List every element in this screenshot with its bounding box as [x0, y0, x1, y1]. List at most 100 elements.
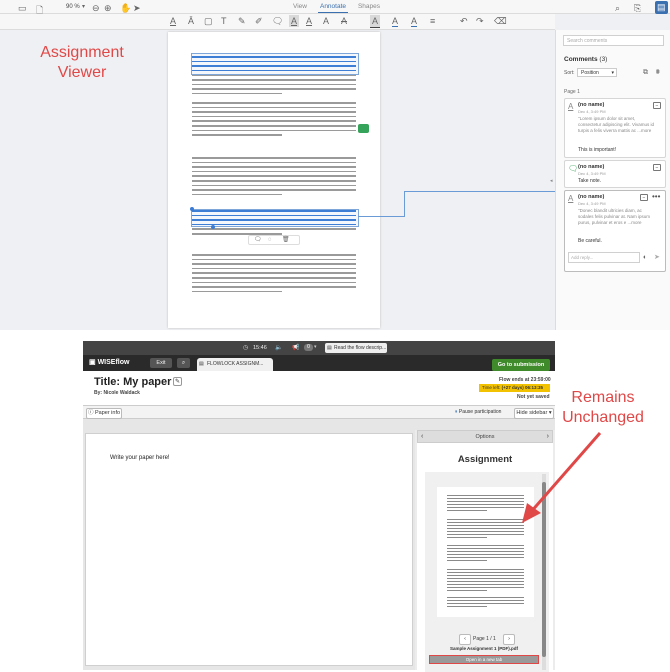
send-icon[interactable]: ➤ [654, 254, 660, 261]
sort-select-value: Position [581, 70, 599, 76]
document-text-line [192, 290, 282, 293]
tab-shapes[interactable]: Shapes [354, 2, 384, 12]
reply-input[interactable]: Add reply... [568, 252, 640, 263]
time-left-label: Time left: [482, 385, 502, 390]
pencil-icon[interactable]: ✎ [238, 16, 246, 27]
chevron-down-icon[interactable]: ▾ [314, 344, 317, 350]
edit-title-icon[interactable]: ✎ [173, 377, 182, 386]
paper-editor[interactable]: Write your paper here! [85, 433, 413, 666]
rectangle-icon[interactable]: ▢ [204, 16, 213, 27]
text-tool-icon[interactable]: T [221, 16, 227, 26]
tab-view[interactable]: View [285, 2, 315, 12]
comment-icon[interactable]: 🗨 [254, 237, 262, 243]
comments-title: Comments (3) [564, 56, 607, 63]
text-highlight-annotation[interactable] [191, 53, 359, 75]
undo-icon[interactable]: ↶ [460, 16, 468, 27]
more-options-icon[interactable]: ••• [652, 192, 660, 201]
open-in-new-tab-button[interactable]: Open in a new tab [429, 655, 539, 664]
document-icon: ▤ [327, 345, 332, 351]
eraser-icon[interactable]: ⌫ [494, 16, 507, 27]
thumbnail-text-line [447, 606, 487, 607]
marker-icon[interactable]: ✐ [255, 16, 263, 27]
prev-page-button[interactable]: ‹ [459, 634, 471, 645]
squiggly-text-icon[interactable]: A [323, 16, 329, 26]
comment-card[interactable]: 🗨 (no name) Dec 4, 3:49 PM Take note. − [564, 160, 666, 188]
strike-text-icon[interactable]: A [341, 16, 347, 26]
comment-card[interactable]: A (no name) Dec 4, 3:49 PM "Lorem ipsum … [564, 98, 666, 158]
thumbnail-text-line [447, 569, 524, 570]
strikeout-text-icon[interactable]: A [306, 16, 312, 26]
file-name: Sample Assignment 1 (PDF).pdf [449, 646, 519, 651]
document-text-line [192, 277, 356, 279]
text-highlight-icon[interactable]: A [170, 16, 176, 26]
comments-count: (3) [599, 56, 608, 63]
comment-author: (no name) [578, 194, 605, 200]
search-icon[interactable]: ⌕ [615, 3, 620, 14]
comment-author: (no name) [578, 102, 605, 108]
font-color-icon[interactable]: A [411, 16, 418, 27]
chevron-left-icon[interactable]: ‹ [421, 431, 423, 443]
document-text-line [192, 193, 282, 196]
text-color-icon[interactable]: A [370, 15, 381, 28]
hide-sidebar-label: Hide sidebar [516, 410, 548, 416]
zoom-level[interactable]: 90 % [66, 4, 80, 10]
document-text-line [192, 170, 356, 173]
style-icon[interactable]: ◌ [268, 237, 272, 243]
comment-card-active[interactable]: A (no name) Dec 4, 3:49 PM "Donec blandi… [564, 190, 666, 272]
paper-title: Title: My paper [94, 376, 172, 388]
document-text-line [192, 92, 282, 95]
panel-collapse-icon[interactable]: ◂ [550, 178, 553, 184]
pause-participation-link[interactable]: ⏸ Pause participation [455, 409, 501, 415]
trash-icon[interactable]: 🗑 [282, 237, 290, 243]
document-text-line [192, 180, 356, 182]
selection-handle-start[interactable] [190, 207, 194, 211]
comments-panel-icon[interactable]: ▤ [655, 1, 668, 14]
pause-label: Pause participation [458, 409, 502, 415]
thumbnail-text-line [447, 603, 524, 604]
line-width-icon[interactable]: ≡ [430, 16, 435, 26]
viewer-top-toolbar: ▭ 🗋 90 % ▾ ⊖ ⊕ ✋ ➤ View Annotate Shapes … [0, 0, 670, 15]
comment-menu-icon[interactable]: − [653, 102, 661, 109]
highlight-color-icon[interactable]: A [392, 16, 399, 27]
zoom-in-icon[interactable]: ⊕ [104, 3, 112, 14]
comment-icon[interactable]: 🗨 [272, 16, 283, 27]
pan-hand-icon[interactable]: ✋ [120, 3, 131, 14]
underline-text-icon[interactable]: A [289, 15, 300, 27]
comment-menu-icon[interactable]: − [640, 194, 648, 201]
thumbnail-text-line [447, 597, 524, 598]
exit-button[interactable]: Exit [150, 358, 172, 368]
go-to-submission-button[interactable]: Go to submission [492, 359, 550, 371]
comment-time: Dec 4, 3:49 PM [578, 201, 606, 206]
document-text-line [192, 83, 356, 86]
reply-status-icon[interactable]: ◐ [643, 254, 647, 261]
selection-handle-end[interactable] [211, 225, 215, 229]
tab-annotate[interactable]: Annotate [318, 2, 348, 13]
volume-icon[interactable]: 🔈 [275, 344, 282, 351]
zoom-out-icon[interactable]: ⊖ [92, 3, 100, 14]
document-text-line [192, 184, 356, 187]
chevron-down-icon[interactable]: ▾ [82, 3, 85, 10]
options-label[interactable]: Options [476, 434, 495, 440]
document-text-line [192, 120, 356, 122]
free-text-icon[interactable]: Ā [188, 16, 194, 26]
comment-note-marker[interactable] [358, 124, 369, 133]
search-icon[interactable]: ⌕ [177, 358, 190, 368]
next-page-button[interactable]: › [503, 634, 515, 645]
filter-icon[interactable]: ⩩ [656, 69, 660, 76]
attachment-icon[interactable]: ⎘ [634, 3, 641, 14]
select-arrow-icon[interactable]: ➤ [133, 3, 141, 14]
sidebar-toggle-icon[interactable]: ▭ [18, 3, 27, 14]
document-text-line [192, 79, 356, 81]
copy-icon[interactable]: ⧉ [643, 69, 648, 76]
brand-name: WISEflow [97, 359, 130, 366]
redo-icon[interactable]: ↷ [476, 16, 484, 27]
megaphone-icon[interactable]: 📢 [292, 344, 299, 351]
search-comments-input[interactable]: Search comments [563, 35, 664, 46]
tab-flowlock-assignment[interactable]: ▤ FLOWLOCK ASSIGNM... [197, 358, 273, 371]
sort-select[interactable]: Position ▾ [577, 68, 617, 77]
paper-info-button[interactable]: ⓘ Paper info [86, 408, 122, 419]
text-highlight-annotation-selected[interactable] [191, 209, 359, 227]
flow-description-button[interactable]: ▤ Read the flow descrip... [325, 343, 387, 353]
comment-menu-icon[interactable]: − [653, 164, 661, 171]
document-text-line [192, 102, 356, 104]
